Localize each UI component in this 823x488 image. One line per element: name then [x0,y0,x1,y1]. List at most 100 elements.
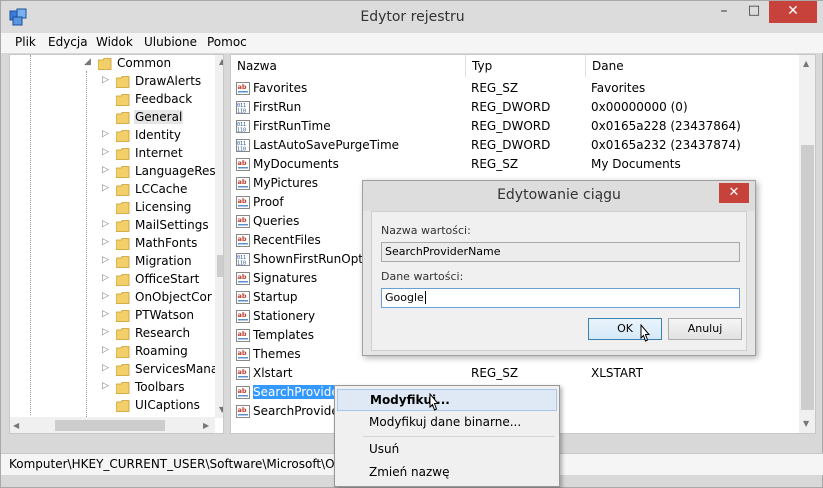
cancel-button[interactable]: Anuluj [668,318,742,340]
tree-item[interactable]: ▷ OnObjectCor [10,289,212,307]
list-item[interactable]: 011 110 FirstRunTime REG_DWORD 0x0165a228 (2… [231,117,801,136]
expand-arrow-icon[interactable]: ▷ [102,381,109,391]
context-modify-binary-item[interactable]: Modyfikuj dane binarne... [337,412,557,434]
expand-arrow-icon[interactable]: ▷ [102,273,109,283]
menu-file[interactable]: Plik [15,35,36,49]
list-item[interactable]: ab MyDocuments REG_SZ My Documents [231,155,801,174]
value-data-input[interactable]: Google [381,288,740,308]
scroll-up-arrow-icon[interactable]: ▲ [219,57,223,66]
tree-item[interactable]: UICaptions [10,397,210,415]
expand-arrow-icon[interactable]: ▷ [102,147,109,157]
expand-arrow-icon[interactable]: ▷ [102,291,109,301]
column-header-data[interactable]: Dane [586,55,799,77]
value-name: Signatures [253,271,318,285]
tree-item-label: Licensing [135,200,192,214]
dialog-close-button[interactable]: ✕ [719,183,749,203]
string-value-icon: ab [236,272,250,285]
value-type: REG_DWORD [471,138,551,152]
tree-item[interactable]: ▷ Migration [10,253,210,271]
tree-hscroll-thumb[interactable] [55,420,165,431]
tree-item[interactable]: ▷ Toolbars [10,379,210,397]
expand-arrow-icon[interactable]: ▷ [102,237,109,247]
scroll-up-arrow-icon[interactable]: ▲ [803,59,809,68]
tree-item[interactable]: ▷ Research [10,325,210,343]
value-data: 0x0165a228 (23437864) [591,119,741,133]
tree-item-label: MailSettings [135,218,209,232]
scroll-down-arrow-icon[interactable]: ▼ [219,405,223,414]
collapse-arrow-icon[interactable]: ◢ [84,57,91,67]
string-value-icon: ab [236,196,250,209]
tree-item[interactable]: ▷ DrawAlerts [10,73,210,91]
folder-icon [115,382,130,394]
column-header-type[interactable]: Typ [466,55,586,77]
value-data: Favorites [591,81,646,95]
folder-icon [115,94,130,106]
tree-item[interactable]: General [10,109,210,127]
menu-favorites[interactable]: Ulubione [144,35,197,49]
tree-item[interactable]: Licensing [10,199,210,217]
svg-text:ab: ab [238,273,247,281]
tree-item[interactable]: ▷ PTWatson [10,307,210,325]
tree-item[interactable]: ▷ ServicesMana [10,361,218,379]
context-modify-item[interactable]: Modyfikuj... [337,389,557,411]
value-name: FirstRunTime [253,119,331,133]
svg-text:ab: ab [238,292,247,300]
folder-icon [115,400,130,412]
tree-item[interactable]: ◢ Common [10,55,210,73]
string-value-icon: ab [236,348,250,361]
tree-horizontal-scrollbar[interactable]: ◀ ▶ [10,417,215,433]
expand-arrow-icon[interactable]: ▷ [102,165,109,175]
close-button[interactable]: ✕ [769,1,817,23]
list-item[interactable]: ab Favorites REG_SZ Favorites [231,79,801,98]
tree-scroll-thumb[interactable] [217,255,223,277]
tree-item[interactable]: Feedback [10,91,210,109]
tree-item[interactable]: ▷ Identity [10,127,210,145]
list-vertical-scrollbar[interactable]: ▲ ▼ [799,55,815,433]
tree-item[interactable]: ▷ MailSettings [10,217,210,235]
mouse-pointer-icon [429,393,440,411]
registry-key-tree[interactable]: ◢ Common ▷ DrawAlerts Feedback General ▷ Identi… [9,54,224,434]
expand-arrow-icon[interactable]: ▷ [102,219,109,229]
scroll-right-arrow-icon[interactable]: ▶ [203,421,209,430]
expand-arrow-icon[interactable]: ▷ [102,363,109,373]
menu-view[interactable]: Widok [96,35,133,49]
expand-arrow-icon[interactable]: ▷ [102,183,109,193]
tree-item-label: Research [135,326,191,340]
value-name: FirstRun [253,100,302,114]
column-header-name[interactable]: Nazwa [231,55,466,77]
folder-icon [115,202,130,214]
expand-arrow-icon[interactable]: ▷ [102,345,109,355]
list-item[interactable]: ab Xlstart REG_SZ XLSTART [231,364,801,383]
scroll-left-arrow-icon[interactable]: ◀ [13,421,19,430]
scroll-down-arrow-icon[interactable]: ▼ [803,419,809,428]
tree-item[interactable]: ▷ Roaming [10,343,210,361]
tree-item[interactable]: ▷ LCCache [10,181,210,199]
context-delete-item[interactable]: Usuń [337,439,557,461]
tree-item[interactable]: ▷ LanguageRes [10,163,216,181]
tree-item[interactable]: ▷ OfficeStart [10,271,210,289]
expand-arrow-icon[interactable]: ▷ [102,327,109,337]
expand-arrow-icon[interactable]: ▷ [102,255,109,265]
expand-arrow-icon[interactable]: ▷ [102,75,109,85]
tree-item-label: Common [117,56,172,70]
maximize-button[interactable]: □ [739,1,769,23]
folder-icon [115,292,130,304]
tree-vertical-scrollbar[interactable]: ▲ ▼ [215,55,223,418]
list-item[interactable]: 011 110 LastAutoSavePurgeTime REG_DWORD 0x01… [231,136,801,155]
svg-text:ab: ab [238,330,247,338]
tree-item[interactable]: ▷ Internet [10,145,210,163]
list-scroll-thumb[interactable] [801,145,814,410]
string-value-icon: ab [236,310,250,323]
folder-icon [115,76,130,88]
folder-icon [115,328,130,340]
tree-item[interactable]: ▷ MathFonts [10,235,210,253]
context-rename-item[interactable]: Zmień nazwę [337,462,557,484]
menu-bar: Plik Edycja Widok Ulubione Pomoc [1,33,823,53]
menu-edit[interactable]: Edycja [48,35,88,49]
minimize-button[interactable]: – [709,1,739,23]
value-name: ShownFirstRunOptin [253,252,374,266]
expand-arrow-icon[interactable]: ▷ [102,309,109,319]
expand-arrow-icon[interactable]: ▷ [102,129,109,139]
list-item[interactable]: 011 110 FirstRun REG_DWORD 0x00000000 (0) [231,98,801,117]
menu-help[interactable]: Pomoc [207,35,247,49]
